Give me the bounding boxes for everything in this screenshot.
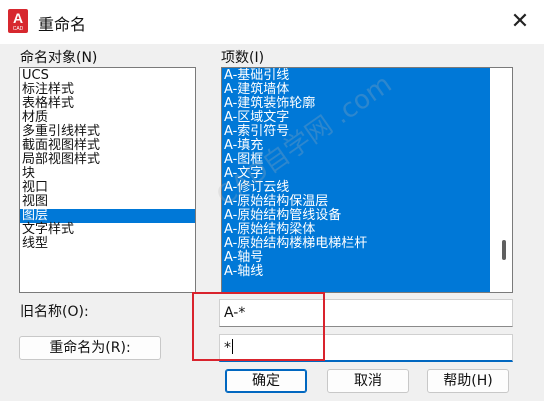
window-title: 重命名 bbox=[38, 15, 87, 34]
close-button[interactable]: ✕ bbox=[506, 8, 534, 36]
list-item[interactable]: 材质 bbox=[20, 111, 195, 125]
list-item[interactable]: A-区域文字 bbox=[222, 111, 490, 125]
list-item[interactable]: 视口 bbox=[20, 181, 195, 195]
list-item[interactable]: A-建筑装饰轮廓 bbox=[222, 97, 490, 111]
list-item[interactable]: 视图 bbox=[20, 195, 195, 209]
annotation-highlight-box bbox=[192, 292, 325, 361]
old-name-label: 旧名称(O): bbox=[20, 304, 89, 320]
named-objects-list[interactable]: UCS 标注样式 表格样式 材质 多重引线样式 截面视图样式 局部视图样式块视口 视图 图层 文字… bbox=[19, 67, 196, 293]
items-list[interactable]: A-基础引线 A-建筑墙体 A-建筑装饰轮廓 A-区域文字 A-索引符号 A-填充 A-图框… bbox=[221, 67, 513, 293]
autocad-app-icon: A CAD bbox=[8, 9, 28, 33]
list-item[interactable]: A-填充 bbox=[222, 139, 490, 153]
list-item[interactable]: 块 bbox=[20, 167, 195, 181]
rename-to-button[interactable]: 重命名为(R): bbox=[19, 336, 161, 360]
scroll-thumb[interactable] bbox=[502, 240, 506, 260]
list-item[interactable]: A-修订云线 bbox=[222, 181, 490, 195]
list-item[interactable]: 图层 bbox=[20, 209, 195, 223]
items-list-content: A-基础引线 A-建筑墙体 A-建筑装饰轮廓 A-区域文字 A-索引符号 A-填充 A-图框… bbox=[222, 68, 490, 292]
list-item[interactable]: 截面视图样式 bbox=[20, 139, 195, 153]
named-objects-label: 命名对象(N) bbox=[20, 50, 98, 66]
ok-button[interactable]: 确定 bbox=[225, 369, 307, 393]
items-label: 项数(I) bbox=[221, 50, 265, 66]
list-item[interactable]: 局部视图样式 bbox=[20, 153, 195, 167]
items-scrollbar[interactable] bbox=[496, 68, 512, 292]
list-item[interactable]: 文字样式 bbox=[20, 223, 195, 237]
app-icon-letter: A bbox=[12, 10, 24, 26]
list-item[interactable]: A-轴线 bbox=[222, 265, 490, 279]
list-item[interactable]: A-文字 bbox=[222, 167, 490, 181]
list-item[interactable]: 表格样式 bbox=[20, 97, 195, 111]
list-item[interactable]: 标注样式 bbox=[20, 83, 195, 97]
list-item[interactable]: 多重引线样式 bbox=[20, 125, 195, 139]
list-item[interactable]: A-轴号 bbox=[222, 251, 490, 265]
list-item[interactable]: A-索引符号 bbox=[222, 125, 490, 139]
cancel-button[interactable]: 取消 bbox=[327, 369, 409, 393]
help-button[interactable]: 帮助(H) bbox=[427, 369, 509, 393]
list-item[interactable]: A-原始结构保温层 bbox=[222, 195, 490, 209]
list-item[interactable]: A-原始结构管线设备 bbox=[222, 209, 490, 223]
title-bar: A CAD 重命名 ✕ bbox=[0, 0, 544, 44]
list-item[interactable]: A-原始结构梁体 bbox=[222, 223, 490, 237]
list-item[interactable]: A-图框 bbox=[222, 153, 490, 167]
list-item[interactable]: A-原始结构楼梯电梯栏杆 bbox=[222, 237, 490, 251]
list-item[interactable]: UCS bbox=[20, 69, 195, 83]
list-item[interactable]: A-建筑墙体 bbox=[222, 83, 490, 97]
app-icon-caption: CAD bbox=[12, 26, 24, 32]
list-item[interactable]: 线型 bbox=[20, 237, 195, 251]
list-item[interactable]: A-基础引线 bbox=[222, 69, 490, 83]
